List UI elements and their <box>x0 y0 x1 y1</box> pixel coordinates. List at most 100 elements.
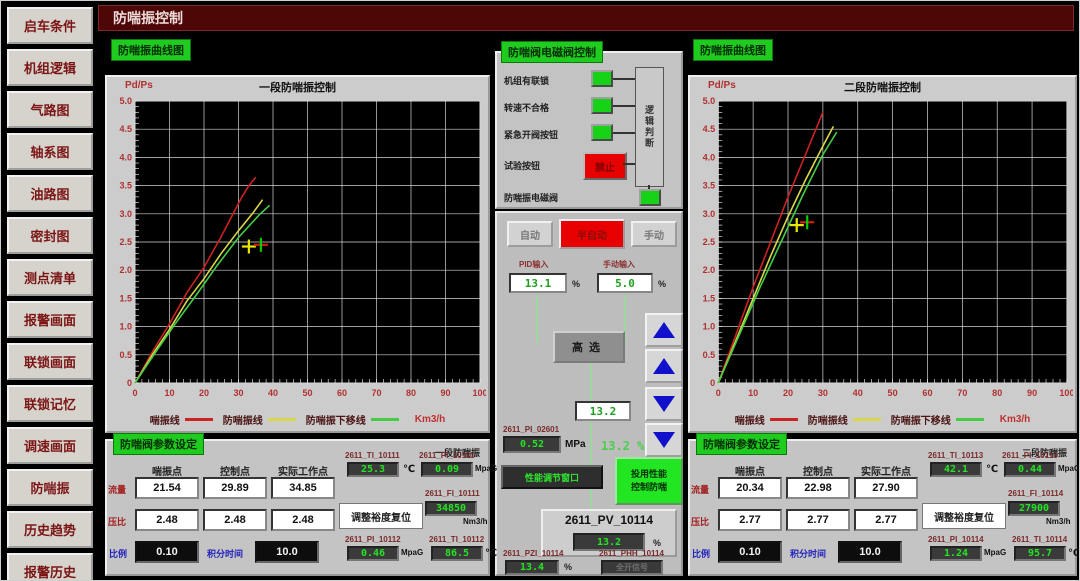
connector-line <box>613 78 635 80</box>
antisurge-line-swatch <box>853 418 881 421</box>
svg-text:4.5: 4.5 <box>119 124 132 134</box>
sidebar-item-gas-diagram[interactable]: 气路图 <box>7 91 93 128</box>
pi-02601-display: 0.52 <box>503 436 561 453</box>
stage1-params-title: 防喘阀参数设定 <box>113 433 204 455</box>
pi-10112-tag: 2611_PI_10112 <box>345 535 401 544</box>
fi-10111-unit: Nm3/h <box>463 517 487 526</box>
sidebar-item-seal-diagram[interactable]: 密封图 <box>7 217 93 254</box>
flow-row-label: 流量 <box>691 483 717 496</box>
ti-10112-tag: 2611_TI_10112 <box>429 535 484 544</box>
svg-text:1.0: 1.0 <box>119 322 132 332</box>
integral-time-field[interactable]: 10.0 <box>255 541 319 563</box>
fi-10114-display: 27900 <box>1008 501 1060 516</box>
svg-text:0: 0 <box>132 388 137 398</box>
connector-line <box>536 295 538 343</box>
working-point-header: 实际工作点 <box>854 463 918 478</box>
sidebar-item-shaft-diagram[interactable]: 轴系图 <box>7 133 93 170</box>
svg-text:2.5: 2.5 <box>703 237 716 247</box>
svg-text:3.0: 3.0 <box>703 209 716 219</box>
semi-auto-mode-button[interactable]: 半自动 <box>559 219 625 249</box>
sidebar-item-alarm-history[interactable]: 报警历史 <box>7 553 93 581</box>
control-point-header: 控制点 <box>203 463 267 478</box>
stage2-params-panel: 二段防喘振 喘振点 控制点 实际工作点 流量 20.34 22.98 27.90… <box>688 439 1077 576</box>
sidebar-item-unit-logic[interactable]: 机组逻辑 <box>7 49 93 86</box>
stage2-chart-legend: 喘振线 防喘振线 防喘振下移线 Km3/h <box>692 409 1073 429</box>
pi-02601-tag: 2611_PI_02601 <box>503 425 559 434</box>
svg-text:90: 90 <box>440 388 450 398</box>
high-select-button[interactable]: 高选 <box>553 331 625 363</box>
margin-reset-button[interactable]: 调整裕度复位 <box>339 503 423 529</box>
pi-10114-tag: 2611_PI_10114 <box>928 535 984 544</box>
pi-10114-display: 1.24 <box>930 546 982 561</box>
manual-input-label: 手动输入 <box>603 259 635 270</box>
svg-text:70: 70 <box>371 388 381 398</box>
svg-text:40: 40 <box>853 388 863 398</box>
legend-antisurge-line-label: 防喘振线 <box>808 412 848 427</box>
proportional-label: 比例 <box>109 547 127 560</box>
svg-text:90: 90 <box>1027 388 1037 398</box>
sidebar-item-interlock-memory[interactable]: 联锁记忆 <box>7 385 93 422</box>
test-button-label: 试验按钮 <box>504 159 540 172</box>
manual-mode-button[interactable]: 手动 <box>631 221 677 247</box>
flow-surge-point: 20.34 <box>718 477 782 499</box>
stage2-chart-panel: Pd/Ps 二段防喘振控制 5.04.54.03.53.02.52.01.51.… <box>688 75 1077 433</box>
anti-surge-solenoid-label: 防喘振电磁阀 <box>504 191 558 204</box>
pi-10112-display: 0.46 <box>347 546 399 561</box>
proportional-field[interactable]: 0.10 <box>135 541 199 563</box>
test-inhibit-button[interactable]: 禁止 <box>583 152 627 180</box>
ratio-row-label: 压比 <box>108 515 134 528</box>
sidebar-item-alarm-screen[interactable]: 报警画面 <box>7 301 93 338</box>
sidebar-item-anti-surge[interactable]: 防喘振 <box>7 469 93 506</box>
sidebar-item-point-list[interactable]: 测点清单 <box>7 259 93 296</box>
margin-reset-button[interactable]: 调整裕度复位 <box>922 503 1006 529</box>
surge-line-swatch <box>185 418 213 421</box>
pid-input-label: PID输入 <box>519 259 548 270</box>
output-value-field[interactable]: 13.2 <box>575 401 631 421</box>
sidebar-item-speed-screen[interactable]: 调速画面 <box>7 427 93 464</box>
integral-time-label: 积分时间 <box>790 547 826 560</box>
performance-window-button[interactable]: 性能调节窗口 <box>501 465 603 489</box>
svg-text:100: 100 <box>472 388 486 398</box>
svg-text:1.5: 1.5 <box>119 293 132 303</box>
svg-text:10: 10 <box>748 388 758 398</box>
stage2-x-axis-unit: Km3/h <box>1000 414 1031 425</box>
svg-text:1.0: 1.0 <box>703 322 716 332</box>
flow-working-point: 34.85 <box>271 477 335 499</box>
sidebar-item-start-conditions[interactable]: 启车条件 <box>7 7 93 44</box>
svg-text:0: 0 <box>127 378 132 388</box>
decrease-fast-button[interactable] <box>645 423 683 457</box>
sidebar: 启车条件 机组逻辑 气路图 轴系图 油路图 密封图 测点清单 报警画面 联锁画面… <box>7 7 93 581</box>
performance-status-line2: 控制防喘 <box>631 481 667 495</box>
ratio-control-point: 2.48 <box>203 509 267 531</box>
increase-button[interactable] <box>645 349 683 383</box>
connector-line <box>623 163 635 165</box>
sidebar-item-history-trend[interactable]: 历史趋势 <box>7 511 93 548</box>
increase-fast-button[interactable] <box>645 313 683 347</box>
svg-text:70: 70 <box>957 388 967 398</box>
sidebar-item-oil-diagram[interactable]: 油路图 <box>7 175 93 212</box>
auto-mode-button[interactable]: 自动 <box>507 221 553 247</box>
svg-text:0: 0 <box>710 378 715 388</box>
connector-line <box>613 132 635 134</box>
performance-control-status[interactable]: 投用性能 控制防喘 <box>615 457 683 505</box>
stage1-chart-panel: Pd/Ps 一段防喘振控制 5.04.54.03.53.02.52.01.51.… <box>105 75 490 433</box>
decrease-button[interactable] <box>645 387 683 421</box>
svg-text:60: 60 <box>337 388 347 398</box>
fi-10111-tag: 2611_FI_10111 <box>425 489 480 498</box>
anti-surge-control-screen: 启车条件 机组逻辑 气路图 轴系图 油路图 密封图 测点清单 报警画面 联锁画面… <box>0 0 1080 581</box>
pi-10113-tag: 2611_PI_10113 <box>1002 451 1058 460</box>
svg-text:40: 40 <box>268 388 278 398</box>
proportional-field[interactable]: 0.10 <box>718 541 782 563</box>
integral-time-field[interactable]: 10.0 <box>838 541 902 563</box>
svg-text:20: 20 <box>783 388 793 398</box>
stage1-x-axis-unit: Km3/h <box>415 414 446 425</box>
emergency-open-valve-indicator <box>591 124 613 141</box>
pid-input-field[interactable]: 13.1 <box>509 273 567 293</box>
manual-input-field[interactable]: 5.0 <box>597 273 653 293</box>
arrow-up-icon <box>653 358 675 374</box>
fi-10111-display: 34850 <box>425 501 477 516</box>
flow-control-point: 22.98 <box>786 477 850 499</box>
svg-text:50: 50 <box>302 388 312 398</box>
sidebar-item-interlock-screen[interactable]: 联锁画面 <box>7 343 93 380</box>
phh-10114-tag: 2611_PHH_10114 <box>599 549 664 558</box>
